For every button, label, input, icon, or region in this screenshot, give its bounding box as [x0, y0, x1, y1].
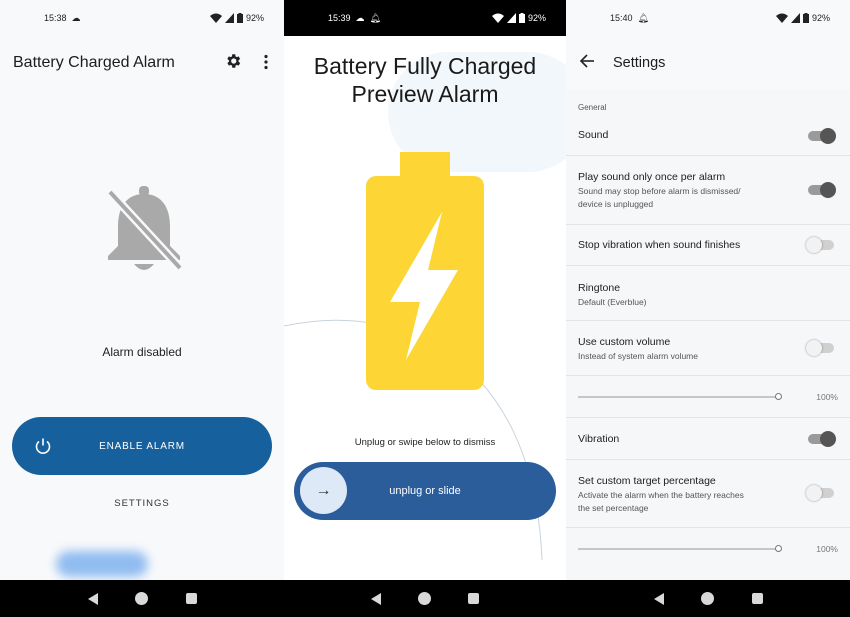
status-icons: 92%: [775, 0, 830, 36]
signal-icon: [790, 13, 800, 23]
setting-stop-vibration[interactable]: Stop vibration when sound finishes: [566, 225, 850, 266]
setting-subtitle: device is unplugged: [578, 199, 654, 209]
signal-icon: [224, 13, 234, 23]
setting-title: Use custom volume: [578, 336, 671, 348]
battery-icon: [236, 13, 243, 23]
battery-percent: 92%: [527, 13, 546, 23]
navigation-bar: [0, 580, 284, 617]
status-time: 15:40: [610, 13, 633, 23]
settings-link[interactable]: SETTINGS: [0, 498, 284, 509]
volume-value: 100%: [816, 392, 838, 402]
signal-icon: [506, 13, 516, 23]
notification-bell-icon: 🔔︎: [369, 12, 381, 23]
nav-recents-icon[interactable]: [185, 593, 197, 604]
navigation-bar: [284, 580, 566, 617]
preview-title-line1: Battery Fully Charged: [313, 53, 537, 79]
nav-home-icon[interactable]: [135, 592, 148, 605]
wifi-icon: [209, 13, 222, 23]
app-bar: Settings: [566, 36, 850, 90]
setting-title: Set custom target percentage: [578, 475, 716, 487]
screen-settings: 15:40 🔔︎ 92% Settings General Sound Play…: [566, 0, 850, 617]
setting-title: Stop vibration when sound finishes: [578, 239, 741, 251]
setting-title: Vibration: [578, 433, 620, 445]
setting-vibration[interactable]: Vibration: [566, 418, 850, 460]
wifi-icon: [491, 13, 504, 23]
slider-label: unplug or slide: [389, 485, 461, 497]
target-value: 100%: [816, 544, 838, 554]
cloud-icon: ☁: [355, 12, 365, 23]
setting-sound[interactable]: Sound: [566, 116, 850, 156]
battery-charging-icon: [366, 152, 484, 390]
status-bar: 15:39 ☁ 🔔︎ 92%: [284, 0, 566, 36]
target-toggle[interactable]: [806, 485, 834, 501]
dismiss-hint: Unplug or swipe below to dismiss: [354, 437, 496, 448]
setting-custom-volume[interactable]: Use custom volume Instead of system alar…: [566, 321, 850, 376]
navigation-bar: [566, 580, 850, 617]
preview-title: Battery Fully Charged Preview Alarm: [284, 52, 566, 108]
alarm-status-text: Alarm disabled: [102, 345, 182, 359]
setting-title: Play sound only once per alarm: [578, 171, 726, 183]
nav-recents-icon[interactable]: [468, 593, 479, 604]
status-time: 15:38: [44, 13, 67, 23]
slider-knob[interactable]: →: [300, 467, 347, 514]
custom-volume-toggle[interactable]: [806, 340, 834, 356]
volume-slider-thumb[interactable]: [775, 393, 782, 400]
battery-percent: 92%: [811, 13, 830, 23]
enable-alarm-button[interactable]: ENABLE ALARM: [12, 417, 272, 475]
nav-back-icon[interactable]: [371, 592, 381, 605]
vibration-toggle[interactable]: [808, 431, 836, 447]
setting-subtitle: Default (Everblue): [578, 297, 647, 307]
sound-toggle[interactable]: [808, 128, 836, 144]
target-slider[interactable]: [578, 545, 782, 552]
gear-icon[interactable]: [224, 52, 242, 70]
setting-subtitle: the set percentage: [578, 503, 649, 513]
battery-icon: [518, 13, 525, 23]
setting-title: Sound: [578, 129, 609, 141]
volume-slider[interactable]: [578, 393, 782, 400]
battery-icon: [802, 13, 809, 23]
notification-bell-icon: 🔔︎: [637, 12, 649, 23]
setting-ringtone[interactable]: Ringtone Default (Everblue): [566, 266, 850, 321]
section-general: General: [578, 103, 607, 112]
wifi-icon: [775, 13, 788, 23]
status-icons: 92%: [491, 0, 546, 36]
nav-back-icon[interactable]: [653, 592, 664, 605]
more-vert-icon[interactable]: [262, 54, 270, 70]
setting-play-once[interactable]: Play sound only once per alarm Sound may…: [566, 156, 850, 225]
nav-home-icon[interactable]: [418, 592, 431, 605]
nav-home-icon[interactable]: [701, 592, 714, 605]
status-bar: 15:38 ☁ 92%: [0, 0, 284, 36]
status-time: 15:39: [328, 13, 351, 23]
setting-target-slider: 100%: [566, 528, 850, 580]
nav-back-icon[interactable]: [87, 592, 98, 605]
setting-volume-slider: 100%: [566, 376, 850, 418]
setting-subtitle: Activate the alarm when the battery reac…: [578, 490, 744, 500]
preview-title-line2: Preview Alarm: [351, 81, 499, 107]
nav-recents-icon[interactable]: [751, 593, 763, 604]
screen-alarm-preview: 15:39 ☁ 🔔︎ 92% Battery Fully Charged Pre…: [284, 0, 566, 617]
setting-title: Ringtone: [578, 282, 621, 294]
arrow-right-icon: →: [315, 481, 332, 499]
settings-title: Settings: [613, 55, 666, 71]
target-slider-thumb[interactable]: [775, 545, 782, 552]
blurred-button: [56, 551, 148, 577]
screen-alarm-home: 15:38 ☁ 92% Battery Charged Alarm Alarm …: [0, 0, 284, 617]
power-icon: [35, 438, 51, 454]
stop-vibration-toggle[interactable]: [806, 237, 834, 253]
dismiss-slider[interactable]: → unplug or slide: [294, 462, 556, 520]
setting-subtitle: Sound may stop before alarm is dismissed…: [578, 186, 741, 196]
battery-percent: 92%: [245, 13, 264, 23]
setting-subtitle: Instead of system alarm volume: [578, 351, 698, 361]
play-once-toggle[interactable]: [808, 182, 836, 198]
setting-target-percentage[interactable]: Set custom target percentage Activate th…: [566, 460, 850, 528]
app-title: Battery Charged Alarm: [13, 54, 175, 71]
enable-alarm-label: ENABLE ALARM: [99, 440, 185, 452]
status-bar: 15:40 🔔︎ 92%: [566, 0, 850, 36]
cloud-icon: ☁: [71, 12, 81, 23]
bell-off-icon: [106, 186, 184, 272]
status-icons: 92%: [209, 0, 264, 36]
